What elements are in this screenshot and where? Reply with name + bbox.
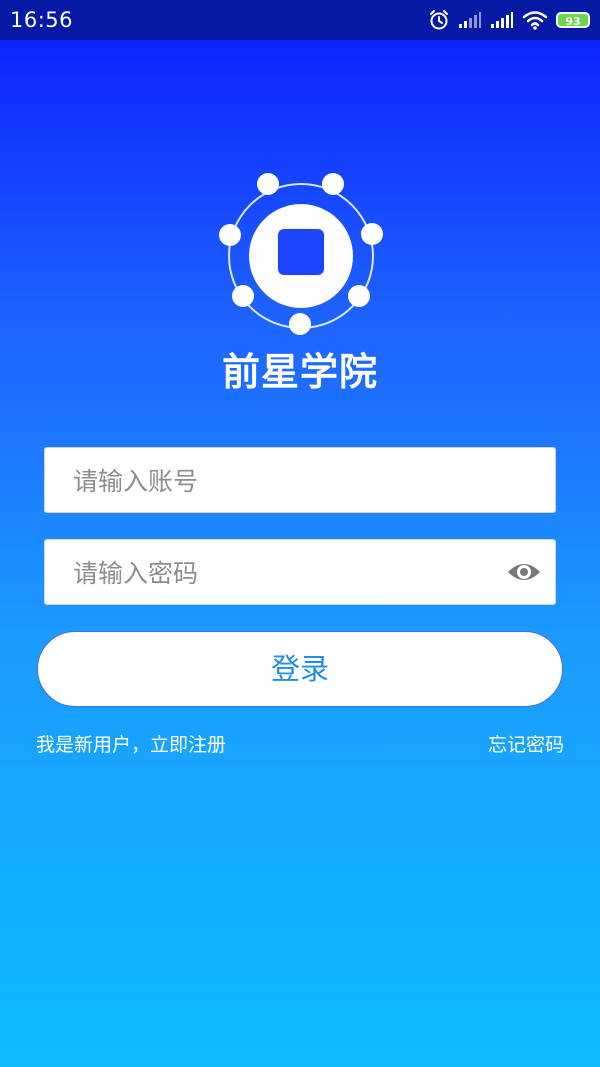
register-link[interactable]: 我是新用户，立即注册 (36, 730, 226, 757)
status-bar: 16:56 93 (0, 0, 600, 40)
signal-icon (459, 12, 481, 28)
account-field[interactable] (44, 447, 556, 514)
app-logo (219, 173, 383, 335)
forgot-password-link[interactable]: 忘记密码 (488, 730, 564, 757)
password-input[interactable] (71, 540, 515, 606)
password-field[interactable] (44, 539, 556, 606)
eye-icon[interactable] (507, 558, 541, 586)
battery-icon: 93 (556, 12, 590, 28)
status-time: 16:56 (10, 8, 74, 32)
login-button[interactable]: 登录 (37, 631, 563, 707)
account-input[interactable] (71, 448, 515, 514)
alarm-icon (430, 10, 448, 30)
battery-level: 93 (565, 15, 581, 28)
wifi-icon (522, 11, 548, 30)
status-icons: 93 (428, 9, 590, 31)
app-title: 前星学院 (221, 350, 378, 394)
signal-icon (491, 12, 513, 28)
